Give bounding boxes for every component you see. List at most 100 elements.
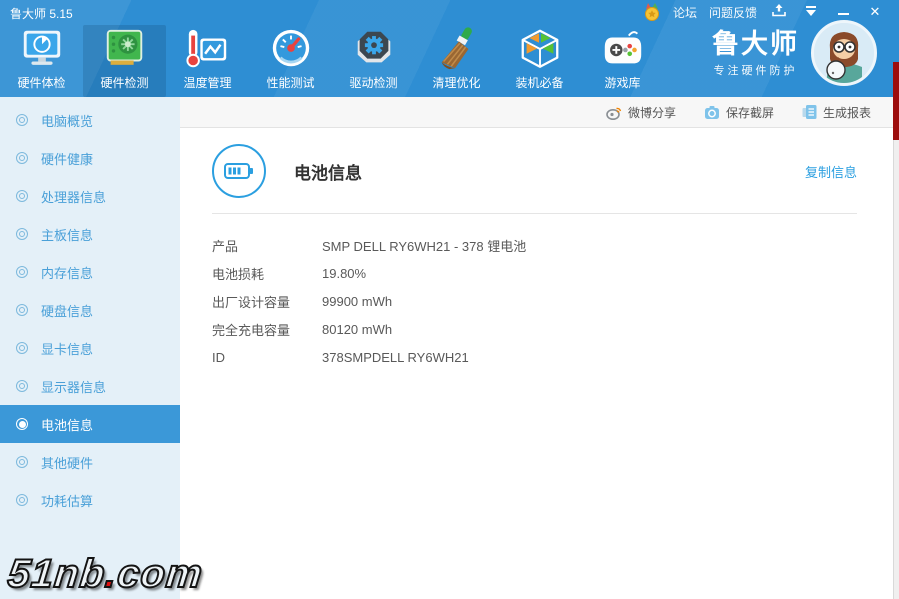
sliver-scrollbar[interactable] <box>893 140 899 599</box>
radio-icon <box>16 152 28 164</box>
tab-label: 硬件体检 <box>17 76 66 90</box>
table-row: 出厂设计容量 99900 mWh <box>212 287 857 315</box>
sidebar-item-battery-info[interactable]: 电池信息 <box>0 405 180 443</box>
tab-label: 性能测试 <box>266 76 315 90</box>
action-toolbar: 微博分享 保存截屏 生成报表 <box>180 97 893 128</box>
tab-temperature[interactable]: 温度管理 <box>166 25 249 97</box>
radio-icon <box>16 114 28 126</box>
titlebar-link-feedback[interactable]: 问题反馈 <box>709 4 757 21</box>
sidebar-item-label: 内存信息 <box>41 265 94 281</box>
sidebar-item-label: 显卡信息 <box>41 341 94 357</box>
sidebar-item-label: 电脑概览 <box>41 113 94 129</box>
tab-label: 清理优化 <box>432 76 481 90</box>
broom-icon <box>434 26 480 72</box>
sidebar-item-label: 其他硬件 <box>41 455 94 471</box>
sidebar-item-label: 主板信息 <box>41 227 94 243</box>
cube-icon <box>517 26 563 72</box>
row-value: SMP DELL RY6WH21 - 378 锂电池 <box>322 238 527 254</box>
sidebar-item-memory-info[interactable]: 内存信息 <box>0 253 180 291</box>
row-value: 378SMPDELL RY6WH21 <box>322 349 469 365</box>
sidebar-item-gpu-info[interactable]: 显卡信息 <box>0 329 180 367</box>
mascot-avatar[interactable] <box>811 20 877 86</box>
tab-essential-software[interactable]: 装机必备 <box>498 25 581 97</box>
table-row: 完全充电容量 80120 mWh <box>212 315 857 343</box>
table-row: ID 378SMPDELL RY6WH21 <box>212 343 857 371</box>
nut-gear-icon <box>351 26 397 72</box>
row-value: 80120 mWh <box>322 321 393 337</box>
watermark-51nb: 51nb.com <box>5 551 206 597</box>
table-row: 产品 SMP DELL RY6WH21 - 378 锂电池 <box>212 231 857 259</box>
row-label: 出厂设计容量 <box>212 294 291 310</box>
battery-info-table: 产品 SMP DELL RY6WH21 - 378 锂电池 电池损耗 19.80… <box>212 231 857 371</box>
battery-icon <box>212 144 266 198</box>
sidebar-item-power-estimate[interactable]: 功耗估算 <box>0 481 180 519</box>
action-label: 微博分享 <box>627 105 676 120</box>
radio-icon <box>16 304 28 316</box>
action-label: 生成报表 <box>822 105 871 120</box>
report-icon <box>802 104 817 120</box>
sidebar-item-hardware-health[interactable]: 硬件健康 <box>0 139 180 177</box>
radio-icon <box>16 418 28 430</box>
sidebar-item-other-hardware[interactable]: 其他硬件 <box>0 443 180 481</box>
divider <box>212 213 857 214</box>
main-content: 微博分享 保存截屏 生成报表 电池信息 复制信息 产品 SMP DELL RY6… <box>180 97 893 599</box>
sidebar-item-label: 显示器信息 <box>41 379 107 395</box>
tab-hardware-detect[interactable]: 硬件检测 <box>83 25 166 97</box>
tab-label: 装机必备 <box>515 76 564 90</box>
monitor-gauge-icon <box>19 26 65 72</box>
tab-label: 硬件检测 <box>100 76 149 90</box>
app-header: 鲁大师 5.15 论坛 问题反馈 ✕ 硬件体检 硬件检测 温度管理 性能测试 驱… <box>0 0 893 97</box>
tab-label: 温度管理 <box>183 76 232 90</box>
sidebar-item-label: 硬盘信息 <box>41 303 94 319</box>
table-row: 电池损耗 19.80% <box>212 259 857 287</box>
save-screenshot-button[interactable]: 保存截屏 <box>704 104 774 121</box>
app-window: 鲁大师 5.15 论坛 问题反馈 ✕ 硬件体检 硬件检测 温度管理 性能测试 驱… <box>0 0 893 599</box>
tab-cleanup[interactable]: 清理优化 <box>415 25 498 97</box>
row-label: 电池损耗 <box>212 266 265 282</box>
sidebar-item-label: 电池信息 <box>41 417 94 433</box>
gpu-card-icon <box>102 26 148 72</box>
tab-game-library[interactable]: 游戏库 <box>581 25 664 97</box>
sidebar-item-label: 功耗估算 <box>41 493 94 509</box>
sidebar-item-motherboard-info[interactable]: 主板信息 <box>0 215 180 253</box>
page-title: 电池信息 <box>294 163 362 183</box>
sliver-red <box>893 62 899 140</box>
row-value: 99900 mWh <box>322 293 393 309</box>
dropdown-arrow-icon[interactable] <box>801 5 821 20</box>
weibo-icon <box>606 105 622 120</box>
radio-icon <box>16 228 28 240</box>
brand-name: 鲁大师 <box>712 28 799 59</box>
weibo-share-button[interactable]: 微博分享 <box>606 104 676 121</box>
tab-driver-detect[interactable]: 驱动检测 <box>332 25 415 97</box>
radio-icon <box>16 342 28 354</box>
sidebar-item-label: 硬件健康 <box>41 151 94 167</box>
tab-label: 驱动检测 <box>349 76 398 90</box>
titlebar-link-forum[interactable]: 论坛 <box>673 4 697 21</box>
brand-slogan: 专注硬件防护 <box>713 64 798 77</box>
tab-hardware-checkup[interactable]: 硬件体检 <box>0 25 83 97</box>
tab-performance[interactable]: 性能测试 <box>249 25 332 97</box>
window-title: 鲁大师 5.15 <box>10 6 73 21</box>
tab-label: 游戏库 <box>604 76 641 90</box>
generate-report-button[interactable]: 生成报表 <box>802 104 871 121</box>
sidebar-item-disk-info[interactable]: 硬盘信息 <box>0 291 180 329</box>
action-label: 保存截屏 <box>725 105 774 120</box>
sidebar-item-cpu-info[interactable]: 处理器信息 <box>0 177 180 215</box>
row-value: 19.80% <box>322 265 367 281</box>
minimize-button[interactable] <box>833 5 853 20</box>
radio-icon <box>16 266 28 278</box>
sidebar-item-display-info[interactable]: 显示器信息 <box>0 367 180 405</box>
thermometer-chart-icon <box>185 26 231 72</box>
share-upload-icon[interactable] <box>769 4 789 20</box>
radio-icon <box>16 190 28 202</box>
close-button[interactable]: ✕ <box>865 4 885 20</box>
sidebar: 电脑概览 硬件健康 处理器信息 主板信息 内存信息 硬盘信息 显卡信息 显示器信… <box>0 97 180 599</box>
sidebar-item-label: 处理器信息 <box>41 189 107 205</box>
medal-icon[interactable] <box>643 3 661 21</box>
row-label: 产品 <box>212 238 239 254</box>
sidebar-item-computer-overview[interactable]: 电脑概览 <box>0 101 180 139</box>
gamepad-icon <box>600 26 646 72</box>
radio-icon <box>16 494 28 506</box>
row-label: 完全充电容量 <box>212 322 291 338</box>
copy-info-link[interactable]: 复制信息 <box>805 162 857 181</box>
